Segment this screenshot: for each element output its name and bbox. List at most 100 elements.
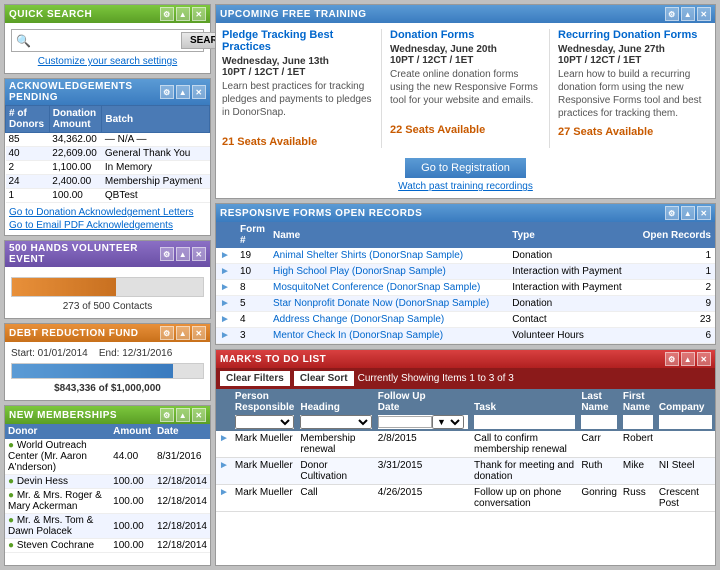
close-icon[interactable]: ✕ bbox=[192, 247, 206, 261]
todo-col-firstname[interactable]: FirstName bbox=[620, 389, 656, 431]
registration-button[interactable]: Go to Registration bbox=[405, 158, 526, 178]
search-box-wrap: 🔍 SEARCH bbox=[11, 29, 204, 52]
ack-email-link[interactable]: Go to Email PDF Acknowledgements bbox=[9, 220, 206, 231]
todo-col-lastname[interactable]: LastName bbox=[578, 389, 620, 431]
followup-filter-select[interactable]: ▼ bbox=[432, 415, 464, 429]
volunteer-content: 273 of 500 Contacts bbox=[5, 267, 210, 318]
forms-num: 10 bbox=[236, 264, 269, 280]
list-item: ► Mark Mueller Call 4/26/2015 Follow up … bbox=[216, 485, 715, 512]
close-icon[interactable]: ✕ bbox=[192, 326, 206, 340]
todo-expand[interactable]: ► bbox=[216, 431, 232, 458]
showing-text: Currently Showing Items 1 to 3 of 3 bbox=[358, 373, 514, 384]
training-panel: Upcoming Free Training ⚙ ▲ ✕ Pledge Trac… bbox=[215, 4, 716, 199]
gear-icon[interactable]: ⚙ bbox=[665, 352, 679, 366]
training-item-1-desc: Create online donation forms using the n… bbox=[390, 68, 541, 118]
mem-date: 12/18/2014 bbox=[154, 514, 210, 539]
forms-name[interactable]: Address Change (DonorSnap Sample) bbox=[269, 312, 508, 328]
gear-icon[interactable]: ⚙ bbox=[160, 408, 174, 422]
todo-col-task[interactable]: Task bbox=[471, 389, 578, 431]
watch-recordings-link[interactable]: Watch past training recordings bbox=[398, 181, 533, 192]
ack-letters-link[interactable]: Go to Donation Acknowledgement Letters bbox=[9, 207, 206, 218]
gear-icon[interactable]: ⚙ bbox=[160, 85, 174, 99]
training-item-1-date: Wednesday, June 20th 10PT / 12CT / 1ET bbox=[390, 44, 541, 66]
forms-num: 8 bbox=[236, 280, 269, 296]
table-row: ►5Star Nonprofit Donate Now (DonorSnap S… bbox=[216, 296, 715, 312]
todo-lastname: Carr bbox=[578, 431, 620, 458]
close-icon[interactable]: ✕ bbox=[697, 352, 711, 366]
table-row: ►10High School Play (DonorSnap Sample)In… bbox=[216, 264, 715, 280]
up-icon[interactable]: ▲ bbox=[176, 326, 190, 340]
mem-donor: ● Steven Cochrane bbox=[5, 539, 110, 553]
forms-name[interactable]: Animal Shelter Shirts (DonorSnap Sample) bbox=[269, 248, 508, 264]
close-icon[interactable]: ✕ bbox=[192, 85, 206, 99]
ack-donors: 24 bbox=[6, 175, 50, 189]
forms-col-type: Type bbox=[508, 222, 633, 248]
forms-expand[interactable]: ► bbox=[216, 280, 236, 296]
training-item-0-date: Wednesday, June 13th 10PT / 12CT / 1ET bbox=[222, 56, 373, 78]
todo-col-followup[interactable]: Follow UpDate▼ bbox=[375, 389, 471, 431]
gear-icon[interactable]: ⚙ bbox=[160, 326, 174, 340]
forms-name[interactable]: Star Nonprofit Donate Now (DonorSnap Sam… bbox=[269, 296, 508, 312]
ack-amount: 2,400.00 bbox=[49, 175, 102, 189]
debt-start: Start: 01/01/2014 bbox=[11, 348, 88, 359]
training-item-0-title[interactable]: Pledge Tracking Best Practices bbox=[222, 29, 373, 53]
todo-heading: Donor Cultivation bbox=[297, 458, 374, 485]
todo-heading: Call bbox=[297, 485, 374, 512]
up-icon[interactable]: ▲ bbox=[681, 206, 695, 220]
todo-title: Mark's To Do List bbox=[220, 354, 326, 365]
forms-name[interactable]: MosquitoNet Conference (DonorSnap Sample… bbox=[269, 280, 508, 296]
clear-filters-button[interactable]: Clear Filters bbox=[220, 371, 290, 386]
forms-num: 3 bbox=[236, 328, 269, 344]
followup-filter-input[interactable] bbox=[378, 416, 432, 428]
training-item-2-date: Wednesday, June 27th 10PT / 12CT / 1ET bbox=[558, 44, 709, 66]
list-item: ► Mark Mueller Donor Cultivation 3/31/20… bbox=[216, 458, 715, 485]
search-input[interactable] bbox=[35, 35, 177, 47]
up-icon[interactable]: ▲ bbox=[176, 408, 190, 422]
ack-col-amount: DonationAmount bbox=[49, 106, 102, 133]
todo-heading: Membership renewal bbox=[297, 431, 374, 458]
gear-icon[interactable]: ⚙ bbox=[160, 247, 174, 261]
search-icon: 🔍 bbox=[16, 34, 31, 48]
debt-end: End: 12/31/2016 bbox=[99, 348, 172, 359]
debt-dates: Start: 01/01/2014 End: 12/31/2016 bbox=[11, 348, 204, 359]
close-icon[interactable]: ✕ bbox=[697, 7, 711, 21]
forms-name[interactable]: Mentor Check In (DonorSnap Sample) bbox=[269, 328, 508, 344]
customize-search-link[interactable]: Customize your search settings bbox=[38, 56, 178, 67]
close-icon[interactable]: ✕ bbox=[697, 206, 711, 220]
forms-expand[interactable]: ► bbox=[216, 328, 236, 344]
person-filter-select[interactable] bbox=[235, 415, 294, 429]
training-item-2-title[interactable]: Recurring Donation Forms bbox=[558, 29, 709, 41]
forms-name[interactable]: High School Play (DonorSnap Sample) bbox=[269, 264, 508, 280]
todo-col-person[interactable]: PersonResponsible bbox=[232, 389, 297, 431]
todo-expand[interactable]: ► bbox=[216, 458, 232, 485]
debt-amount: $843,336 of $1,000,000 bbox=[11, 383, 204, 394]
training-item-1-title[interactable]: Donation Forms bbox=[390, 29, 541, 41]
up-icon[interactable]: ▲ bbox=[681, 352, 695, 366]
close-icon[interactable]: ✕ bbox=[192, 408, 206, 422]
table-row: ►4Address Change (DonorSnap Sample)Conta… bbox=[216, 312, 715, 328]
gear-icon[interactable]: ⚙ bbox=[160, 7, 174, 21]
forms-expand[interactable]: ► bbox=[216, 248, 236, 264]
forms-expand[interactable]: ► bbox=[216, 264, 236, 280]
up-icon[interactable]: ▲ bbox=[176, 85, 190, 99]
mem-amount: 100.00 bbox=[110, 514, 154, 539]
todo-followup: 4/26/2015 bbox=[375, 485, 471, 512]
forms-expand[interactable]: ► bbox=[216, 296, 236, 312]
forms-expand[interactable]: ► bbox=[216, 312, 236, 328]
training-content: Pledge Tracking Best Practices Wednesday… bbox=[216, 23, 715, 154]
up-icon[interactable]: ▲ bbox=[176, 247, 190, 261]
clear-sort-button[interactable]: Clear Sort bbox=[294, 371, 354, 386]
todo-col-heading[interactable]: Heading bbox=[297, 389, 374, 431]
todo-firstname: Mike bbox=[620, 458, 656, 485]
todo-col-company[interactable]: Company bbox=[656, 389, 715, 431]
heading-filter-select[interactable] bbox=[300, 415, 371, 429]
debt-panel: Debt Reduction Fund ⚙ ▲ ✕ Start: 01/01/2… bbox=[4, 323, 211, 401]
volunteer-title: 500 Hands Volunteer Event bbox=[9, 243, 160, 265]
gear-icon[interactable]: ⚙ bbox=[665, 7, 679, 21]
todo-firstname: Robert bbox=[620, 431, 656, 458]
gear-icon[interactable]: ⚙ bbox=[665, 206, 679, 220]
todo-expand[interactable]: ► bbox=[216, 485, 232, 512]
up-icon[interactable]: ▲ bbox=[681, 7, 695, 21]
close-icon[interactable]: ✕ bbox=[192, 7, 206, 21]
up-icon[interactable]: ▲ bbox=[176, 7, 190, 21]
